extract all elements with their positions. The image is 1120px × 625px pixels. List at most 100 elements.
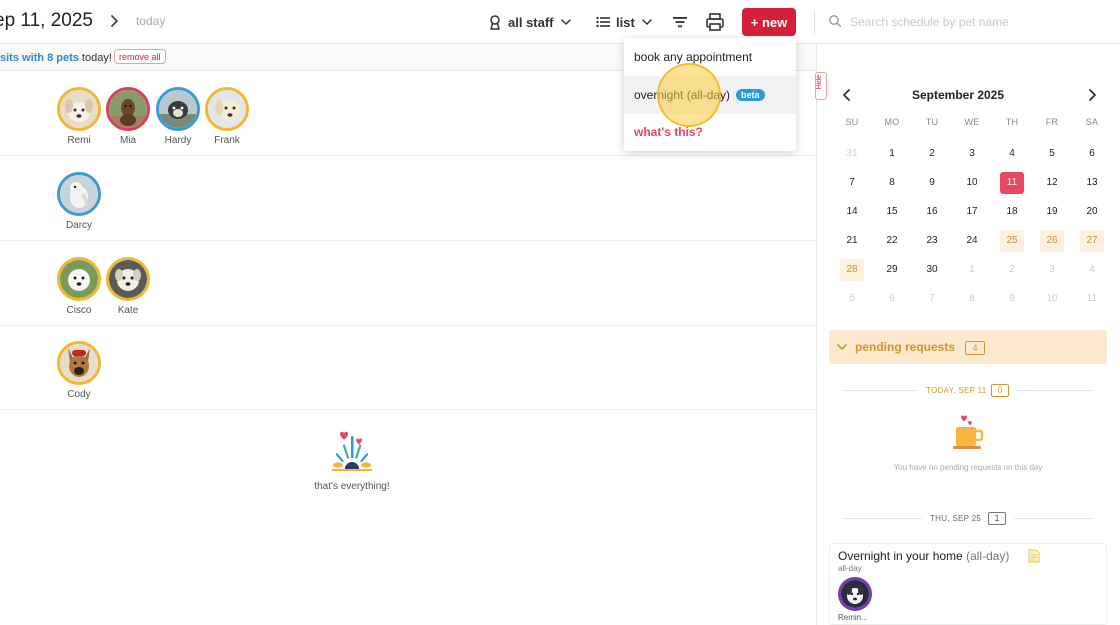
calendar-day[interactable]: 1 (880, 143, 904, 165)
calendar-day[interactable]: 11 (1080, 288, 1104, 310)
avatar (57, 257, 101, 301)
calendar-day[interactable]: 5 (1040, 143, 1064, 165)
calendar-day[interactable]: 14 (840, 201, 864, 223)
calendar-day[interactable]: 2 (920, 143, 944, 165)
calendar-day[interactable]: 10 (1040, 288, 1064, 310)
pet-avatar-item[interactable]: Frank (205, 87, 249, 146)
print-icon[interactable] (704, 11, 726, 33)
menu-item-whats-this[interactable]: what's this? (624, 113, 796, 151)
user-badge-icon (490, 15, 500, 30)
calendar-day[interactable]: 2 (1000, 259, 1024, 281)
menu-item-overnight[interactable]: overnight (all-day) beta (624, 76, 796, 114)
calendar-day[interactable]: 15 (880, 201, 904, 223)
calendar-day[interactable]: 7 (840, 172, 864, 194)
calendar-day[interactable]: 19 (1040, 201, 1064, 223)
chevron-right-icon[interactable] (1085, 88, 1099, 102)
empty-state-text: that's everything! (314, 481, 390, 492)
calendar-day[interactable]: 8 (960, 288, 984, 310)
menu-item-label: overnight (all-day) (634, 88, 731, 102)
calendar-day[interactable]: 4 (1000, 143, 1024, 165)
calendar-day[interactable]: 13 (1080, 172, 1104, 194)
view-mode-label: list (616, 14, 635, 30)
pet-avatar-item[interactable]: Kate (106, 257, 150, 316)
calendar-day[interactable]: 11 (1000, 172, 1024, 194)
pet-avatar-item[interactable]: Remi (57, 87, 101, 146)
pet-avatar-item[interactable]: Cody (57, 341, 101, 400)
bird-icon (60, 175, 98, 213)
calendar-day[interactable]: 1 (960, 259, 984, 281)
staff-filter-label: all staff (508, 14, 554, 30)
calendar-day[interactable]: 17 (960, 201, 984, 223)
calendar-day[interactable]: 9 (920, 172, 944, 194)
calendar-day[interactable]: 27 (1080, 230, 1104, 252)
staff-filter-button[interactable]: all staff (488, 12, 572, 32)
beta-badge: beta (736, 89, 765, 101)
today-button[interactable]: today (136, 14, 165, 28)
weekday-label: TH (1005, 117, 1019, 127)
dog-icon (109, 90, 147, 128)
calendar-day[interactable]: 20 (1080, 201, 1104, 223)
chevron-left-icon[interactable] (840, 88, 854, 102)
menu-item-book-any-appointment[interactable]: book any appointment (624, 38, 796, 76)
hide-label: Hide (816, 75, 823, 90)
avatar (57, 172, 101, 216)
dog-icon (208, 90, 246, 128)
new-appointment-button[interactable]: + new (742, 8, 796, 36)
divider (842, 390, 918, 391)
divider (1014, 518, 1094, 519)
dog-icon (109, 260, 147, 298)
view-mode-button[interactable]: list (596, 12, 653, 32)
calendar-day[interactable]: 8 (880, 172, 904, 194)
calendar-day[interactable]: 5 (840, 288, 864, 310)
avatar (205, 87, 249, 131)
calendar-day[interactable]: 22 (880, 230, 904, 252)
calendar-day[interactable]: 6 (880, 288, 904, 310)
calendar-day[interactable]: 21 (840, 230, 864, 252)
calendar-day[interactable]: 30 (920, 259, 944, 281)
calendar-day[interactable]: 16 (920, 201, 944, 223)
weekday-label: SA (1085, 117, 1099, 127)
chevron-down-icon (642, 19, 652, 26)
menu-item-label: what's this? (634, 125, 703, 139)
calendar-day[interactable]: 23 (920, 230, 944, 252)
dog-icon (159, 90, 197, 128)
pet-avatar-item[interactable]: Darcy (57, 172, 101, 231)
pending-requests-label: pending requests (855, 340, 956, 354)
day-section-count: 1 (988, 512, 1006, 525)
calendar-day[interactable]: 31 (840, 143, 864, 165)
day-section-header: TODAY, SEP 11 (926, 386, 987, 395)
calendar-day[interactable]: 25 (1000, 230, 1024, 252)
calendar-day[interactable]: 24 (960, 230, 984, 252)
calendar-day[interactable]: 3 (960, 143, 984, 165)
search-icon (829, 15, 842, 28)
calendar-day[interactable]: 28 (840, 259, 864, 281)
celebration-icon (332, 431, 372, 471)
hide-panel-button[interactable]: Hide (815, 72, 827, 100)
calendar-day[interactable]: 12 (1040, 172, 1064, 194)
dog-icon (60, 260, 98, 298)
pet-name: Mia (119, 135, 137, 146)
remove-all-button[interactable]: remove all (114, 49, 166, 64)
calendar-day[interactable]: 29 (880, 259, 904, 281)
avatar (106, 257, 150, 301)
calendar-day[interactable]: 10 (960, 172, 984, 194)
dog-icon (60, 344, 98, 382)
chevron-right-icon[interactable] (106, 13, 122, 29)
calendar-day[interactable]: 26 (1040, 230, 1064, 252)
calendar-day[interactable]: 6 (1080, 143, 1104, 165)
pet-avatar-item[interactable]: Cisco (57, 257, 101, 316)
calendar-day[interactable]: 18 (1000, 201, 1024, 223)
pet-avatar-item[interactable]: Mia (106, 87, 150, 146)
calendar-day[interactable]: 3 (1040, 259, 1064, 281)
visits-prefix: sits with (0, 52, 48, 64)
avatar[interactable] (838, 577, 872, 611)
appointment-title-suffix: (all-day) (962, 549, 1010, 563)
calendar-day[interactable]: 4 (1080, 259, 1104, 281)
divider (1016, 390, 1094, 391)
search-input[interactable] (850, 10, 1100, 34)
calendar-day[interactable]: 9 (1000, 288, 1024, 310)
appointment-pet-name: Remin... (838, 613, 868, 622)
filter-icon[interactable] (670, 12, 690, 32)
calendar-day[interactable]: 7 (920, 288, 944, 310)
pet-avatar-item[interactable]: Hardy (156, 87, 200, 146)
